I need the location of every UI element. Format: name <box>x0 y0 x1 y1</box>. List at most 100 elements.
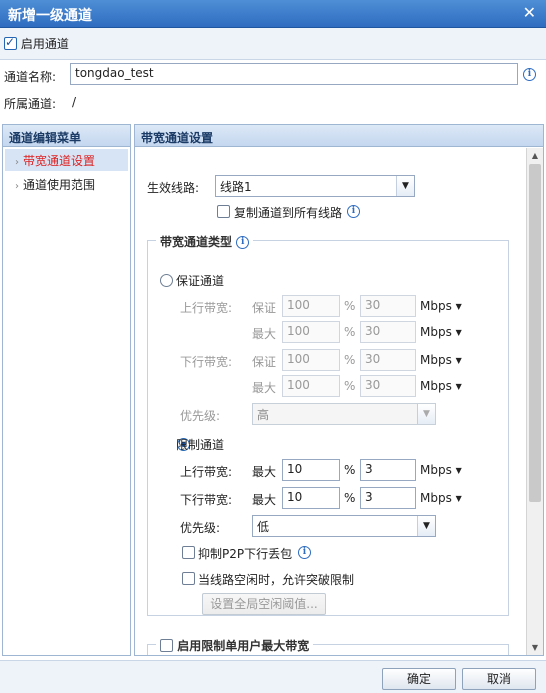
parent-channel-label: 所属通道: <box>4 97 57 111</box>
chevron-right-icon: › <box>15 181 19 192</box>
value: 100 <box>287 298 310 312</box>
guarantee-priority-select[interactable]: 高 ▼ <box>252 403 436 425</box>
unit-select[interactable]: Mbps ▼ <box>420 353 462 367</box>
guarantee-down-max-pct[interactable]: 100 <box>282 375 340 397</box>
channel-name-input[interactable]: tongdao_test <box>70 63 518 85</box>
caret-down-icon: ▼ <box>455 356 462 365</box>
channel-name-value: tongdao_test <box>75 66 154 80</box>
value: 30 <box>365 352 381 366</box>
enable-channel-label: 启用通道 <box>20 37 69 51</box>
cancel-button[interactable]: 取消 <box>462 668 536 690</box>
limit-channel-label: 限制通道 <box>176 438 225 452</box>
menu-item-bandwidth-settings[interactable]: › 带宽通道设置 <box>5 149 128 171</box>
scroll-up-icon[interactable]: ▲ <box>527 148 543 164</box>
edit-menu-panel: 通道编辑菜单 › 带宽通道设置 › 通道使用范围 <box>2 124 131 656</box>
channel-type-legend: 带宽通道类型 i <box>156 233 254 250</box>
guarantee-up-guarantee-word: 保证 <box>252 301 277 315</box>
percent-sign: % <box>344 379 356 393</box>
limit-up-max-word: 最大 <box>252 465 277 479</box>
unit-label: Mbps <box>420 325 452 339</box>
chevron-down-icon: ▼ <box>417 404 435 424</box>
caret-down-icon: ▼ <box>455 494 462 503</box>
guarantee-down-guarantee-pct[interactable]: 100 <box>282 349 340 371</box>
limit-down-max-pct[interactable]: 10 <box>282 487 340 509</box>
value: 30 <box>365 298 381 312</box>
caret-down-icon: ▼ <box>455 466 462 475</box>
limit-priority-value: 低 <box>257 520 270 534</box>
effective-line-label: 生效线路: <box>147 181 200 195</box>
close-icon[interactable]: ✕ <box>523 3 536 22</box>
unit-label: Mbps <box>420 299 452 313</box>
guarantee-up-guarantee-pct[interactable]: 100 <box>282 295 340 317</box>
info-icon[interactable]: i <box>523 68 536 81</box>
guarantee-down-max-word: 最大 <box>252 381 277 395</box>
value: 30 <box>365 324 381 338</box>
limit-priority-label: 优先级: <box>180 521 221 535</box>
guarantee-priority-label: 优先级: <box>180 409 221 423</box>
guarantee-down-guarantee-val[interactable]: 30 <box>360 349 416 371</box>
chevron-right-icon: › <box>15 157 19 168</box>
guarantee-priority-value: 高 <box>257 408 270 422</box>
unit-select[interactable]: Mbps ▼ <box>420 491 462 505</box>
guarantee-up-max-word: 最大 <box>252 327 277 341</box>
unit-label: Mbps <box>420 491 452 505</box>
channel-name-label: 通道名称: <box>4 70 57 84</box>
limit-up-label: 上行带宽: <box>180 465 233 479</box>
caret-down-icon: ▼ <box>455 328 462 337</box>
chevron-down-icon: ▼ <box>417 516 435 536</box>
limit-up-max-val[interactable]: 3 <box>360 459 416 481</box>
single-user-limit-label: 启用限制单用户最大带宽 <box>177 639 310 653</box>
unit-select[interactable]: Mbps ▼ <box>420 299 462 313</box>
copy-to-all-lines-checkbox[interactable] <box>217 205 230 218</box>
unit-label: Mbps <box>420 379 452 393</box>
unit-select[interactable]: Mbps ▼ <box>420 379 462 393</box>
allow-burst-checkbox[interactable] <box>182 572 195 585</box>
dialog-footer: 确定 取消 <box>0 660 546 693</box>
guarantee-up-max-pct[interactable]: 100 <box>282 321 340 343</box>
ok-button[interactable]: 确定 <box>382 668 456 690</box>
caret-down-icon: ▼ <box>455 302 462 311</box>
menu-item-usage-scope[interactable]: › 通道使用范围 <box>5 173 128 195</box>
single-user-limit-checkbox[interactable] <box>160 639 173 652</box>
limit-priority-select[interactable]: 低 ▼ <box>252 515 436 537</box>
suppress-p2p-checkbox[interactable] <box>182 546 195 559</box>
value: 30 <box>365 378 381 392</box>
percent-sign: % <box>344 325 356 339</box>
copy-to-all-lines-label: 复制通道到所有线路 <box>234 206 343 220</box>
scrollbar-thumb[interactable] <box>529 164 541 502</box>
limit-down-max-word: 最大 <box>252 493 277 507</box>
bandwidth-settings-panel: 带宽通道设置 生效线路: 线路1 ▼ 复制通道到所有线路 i 带宽通道类型 i … <box>134 124 544 656</box>
value: 100 <box>287 324 310 338</box>
value: 3 <box>365 490 373 504</box>
unit-label: Mbps <box>420 353 452 367</box>
allow-burst-label: 当线路空闲时，允许突破限制 <box>198 573 355 587</box>
value: 100 <box>287 352 310 366</box>
parent-channel-value: / <box>72 95 77 109</box>
scroll-down-icon[interactable]: ▼ <box>527 640 543 655</box>
effective-line-select[interactable]: 线路1 ▼ <box>215 175 415 197</box>
guarantee-down-max-val[interactable]: 30 <box>360 375 416 397</box>
unit-label: Mbps <box>420 463 452 477</box>
limit-up-max-pct[interactable]: 10 <box>282 459 340 481</box>
dialog-title-bar: 新增一级通道 ✕ <box>0 0 546 28</box>
info-icon[interactable]: i <box>236 236 250 249</box>
vertical-scrollbar[interactable]: ▲ ▼ <box>526 148 543 655</box>
unit-select[interactable]: Mbps ▼ <box>420 463 462 477</box>
enable-bar: 启用通道 <box>0 28 546 60</box>
enable-channel-checkbox[interactable] <box>4 35 17 50</box>
chevron-down-icon: ▼ <box>396 176 414 196</box>
info-icon[interactable]: i <box>298 546 311 559</box>
guarantee-up-guarantee-val[interactable]: 30 <box>360 295 416 317</box>
guarantee-up-max-val[interactable]: 30 <box>360 321 416 343</box>
percent-sign: % <box>344 491 356 505</box>
suppress-p2p-label: 抑制P2P下行丢包 <box>198 547 293 561</box>
guarantee-channel-label: 保证通道 <box>176 274 225 288</box>
info-icon[interactable]: i <box>347 205 360 218</box>
limit-down-max-val[interactable]: 3 <box>360 487 416 509</box>
guarantee-down-label: 下行带宽: <box>180 355 233 369</box>
unit-select[interactable]: Mbps ▼ <box>420 325 462 339</box>
guarantee-channel-radio[interactable] <box>160 274 173 287</box>
guarantee-down-guarantee-word: 保证 <box>252 355 277 369</box>
bandwidth-settings-title: 带宽通道设置 <box>135 125 543 147</box>
set-idle-threshold-button[interactable]: 设置全局空闲阈值... <box>202 593 326 615</box>
